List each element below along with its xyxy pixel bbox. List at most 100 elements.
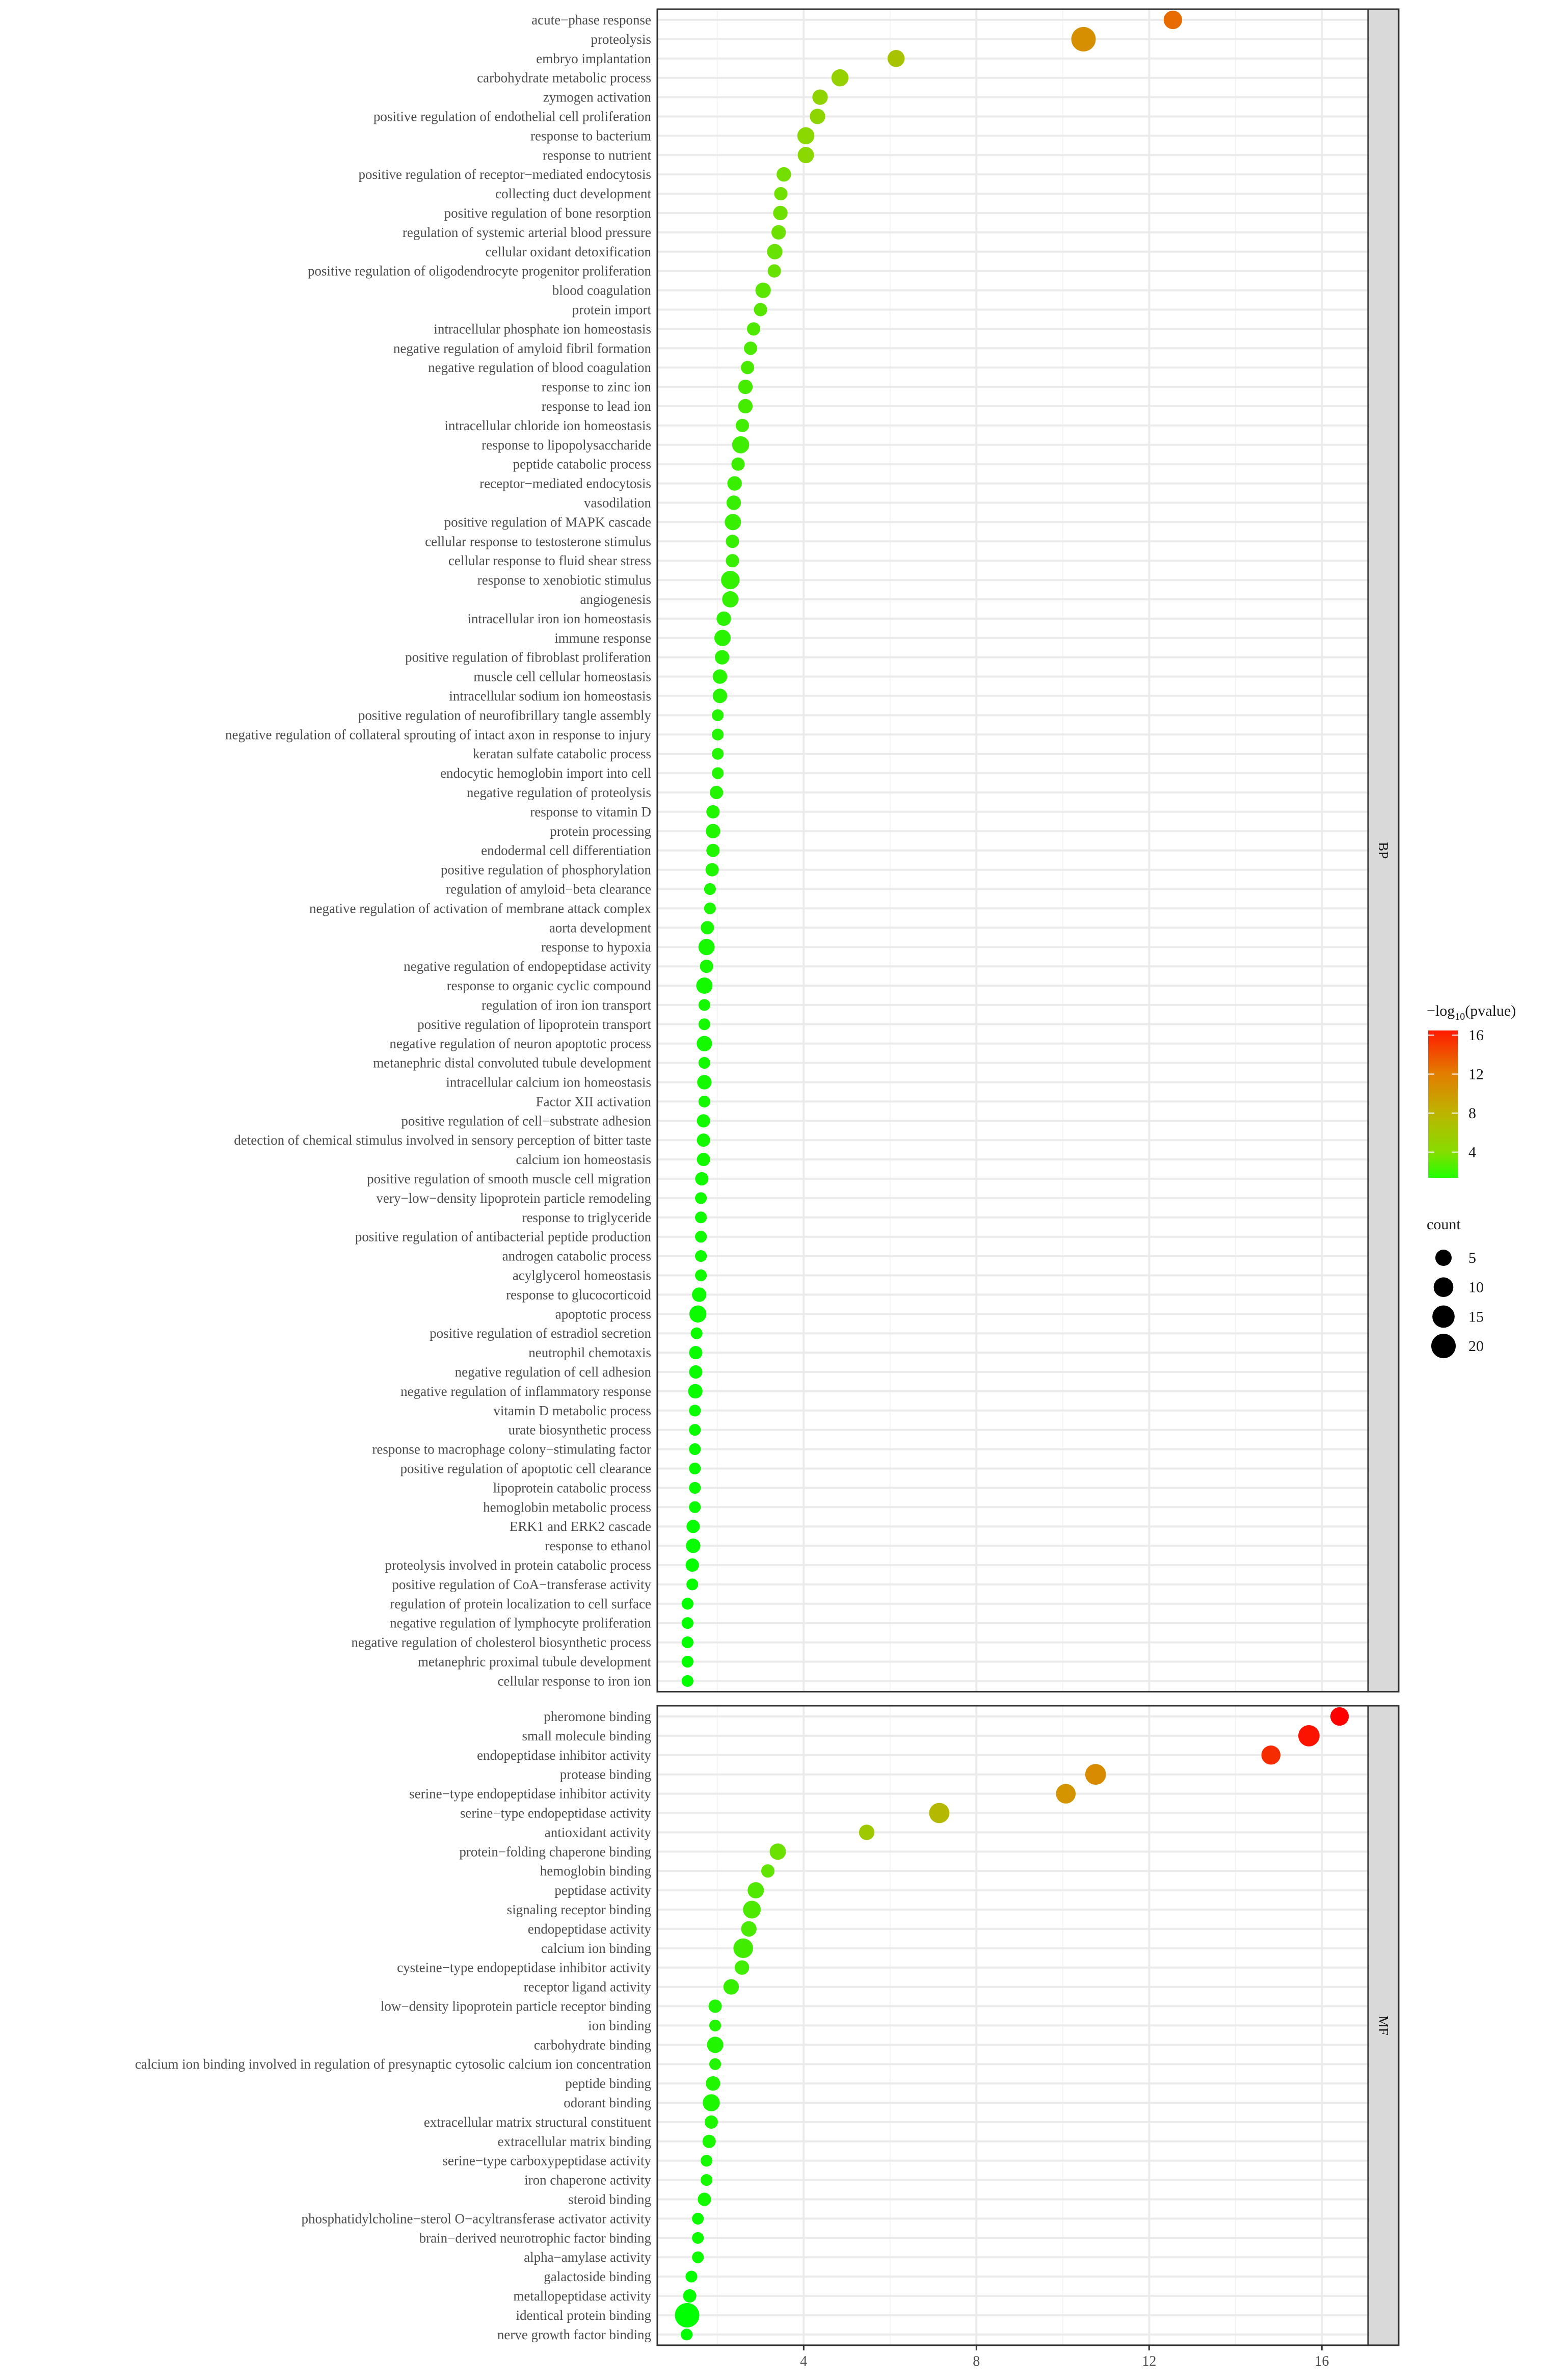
data-point [1071,27,1096,51]
size-key-dot [1431,1334,1456,1359]
term-label: negative regulation of neuron apoptotic … [389,1036,651,1051]
term-label: positive regulation of estradiol secreti… [430,1326,651,1341]
term-label: iron chaperone activity [524,2173,651,2188]
term-label: vitamin D metabolic process [493,1403,651,1418]
data-point [710,785,724,800]
data-point [689,1424,701,1436]
term-label: receptor−mediated endocytosis [479,476,651,491]
term-label: pheromone binding [544,1709,651,1724]
term-label: regulation of iron ion transport [482,997,651,1013]
term-label: peptidase activity [554,1883,651,1898]
term-label: response to triglyceride [522,1210,651,1225]
term-label: response to organic cyclic compound [447,978,652,993]
term-label: Factor XII activation [536,1094,652,1109]
data-point [681,1617,693,1629]
term-label: calcium ion binding [541,1941,651,1956]
term-label: positive regulation of apoptotic cell cl… [400,1461,651,1476]
term-label: response to bacterium [530,128,651,143]
term-label: regulation of systemic arterial blood pr… [403,225,651,240]
data-point [688,1384,703,1399]
term-label: regulation of amyloid−beta clearance [446,882,651,897]
data-point [701,2174,713,2186]
data-point [689,1462,701,1475]
term-label: blood coagulation [552,283,652,298]
data-point [726,554,739,568]
data-point [767,264,781,278]
term-label: antioxidant activity [545,1824,652,1840]
term-label: immune response [554,630,651,646]
term-label: cellular response to fluid shear stress [448,553,651,568]
data-point [743,1900,761,1919]
term-label: galactoside binding [544,2269,651,2284]
data-point [929,1803,950,1823]
data-point [706,805,720,818]
facet-bp: acute−phase response proteolysis embryo im… [225,8,1400,1693]
term-label: metallopeptidase activity [513,2288,651,2304]
data-point [703,2094,720,2111]
data-point [689,1365,703,1379]
term-label: positive regulation of oligodendrocyte p… [308,263,652,279]
term-label: intracellular iron ion homeostasis [467,611,651,626]
term-label: positive regulation of neurofibrillary t… [358,707,652,723]
term-label: negative regulation of blood coagulation [428,360,651,375]
data-point [689,1482,701,1494]
data-point [771,225,786,240]
term-label: aorta development [549,920,652,935]
data-point [681,1636,693,1649]
term-label: extracellular matrix structural constitu… [424,2114,652,2130]
data-point [695,1172,709,1186]
data-point [695,1192,707,1204]
data-point [698,1057,710,1069]
data-point [686,1520,700,1533]
data-point [774,187,788,201]
data-point [712,748,724,760]
term-label: odorant binding [564,2095,651,2110]
data-point [712,728,724,741]
term-label: response to glucocorticoid [506,1287,651,1302]
data-point [697,1075,712,1090]
data-point [706,843,720,857]
data-point [859,1824,875,1840]
term-label: ion binding [588,2018,651,2033]
data-point [708,1999,722,2013]
term-label: negative regulation of inflammatory resp… [400,1384,651,1399]
term-label: negative regulation of activation of mem… [309,901,651,916]
data-point [741,1921,757,1937]
data-point [712,709,724,721]
data-point [812,89,828,105]
data-point [675,2303,700,2328]
term-label: positive regulation of bone resorption [444,205,652,221]
term-label: cellular response to testosterone stimul… [425,534,651,549]
term-label: hemoglobin metabolic process [483,1499,651,1515]
term-label: response to nutrient [543,147,651,163]
color-bar [1428,1030,1458,1178]
term-label: positive regulation of cell−substrate ad… [401,1113,651,1128]
term-label: positive regulation of receptor−mediated… [358,167,651,182]
size-key-label: 20 [1468,1338,1484,1355]
term-label: intracellular calcium ion homeostasis [446,1075,651,1090]
term-label: small molecule binding [522,1728,651,1743]
size-key-dot [1435,1249,1452,1266]
term-label: steroid binding [568,2192,651,2207]
data-point [733,1938,753,1959]
data-point [704,902,716,914]
data-point [716,611,731,626]
term-label: ERK1 and ERK2 cascade [510,1519,651,1534]
data-point [721,570,740,590]
data-point [887,50,905,67]
data-point [692,2251,704,2263]
data-point [732,436,750,454]
x-tick-label: 12 [1142,2353,1156,2369]
data-point [707,2037,724,2053]
color-tick-label: 12 [1468,1066,1484,1083]
term-label: endocytic hemoglobin import into cell [440,765,651,781]
data-point [697,1114,710,1128]
term-label: positive regulation of antibacterial pep… [355,1229,652,1245]
term-label: response to xenobiotic stimulus [477,572,651,588]
term-label: positive regulation of CoA−transferase a… [392,1577,651,1592]
term-label: serine−type endopeptidase activity [460,1806,652,1821]
data-point [746,322,761,336]
data-point [709,2019,721,2031]
data-point [689,1443,701,1456]
data-point [727,476,742,491]
